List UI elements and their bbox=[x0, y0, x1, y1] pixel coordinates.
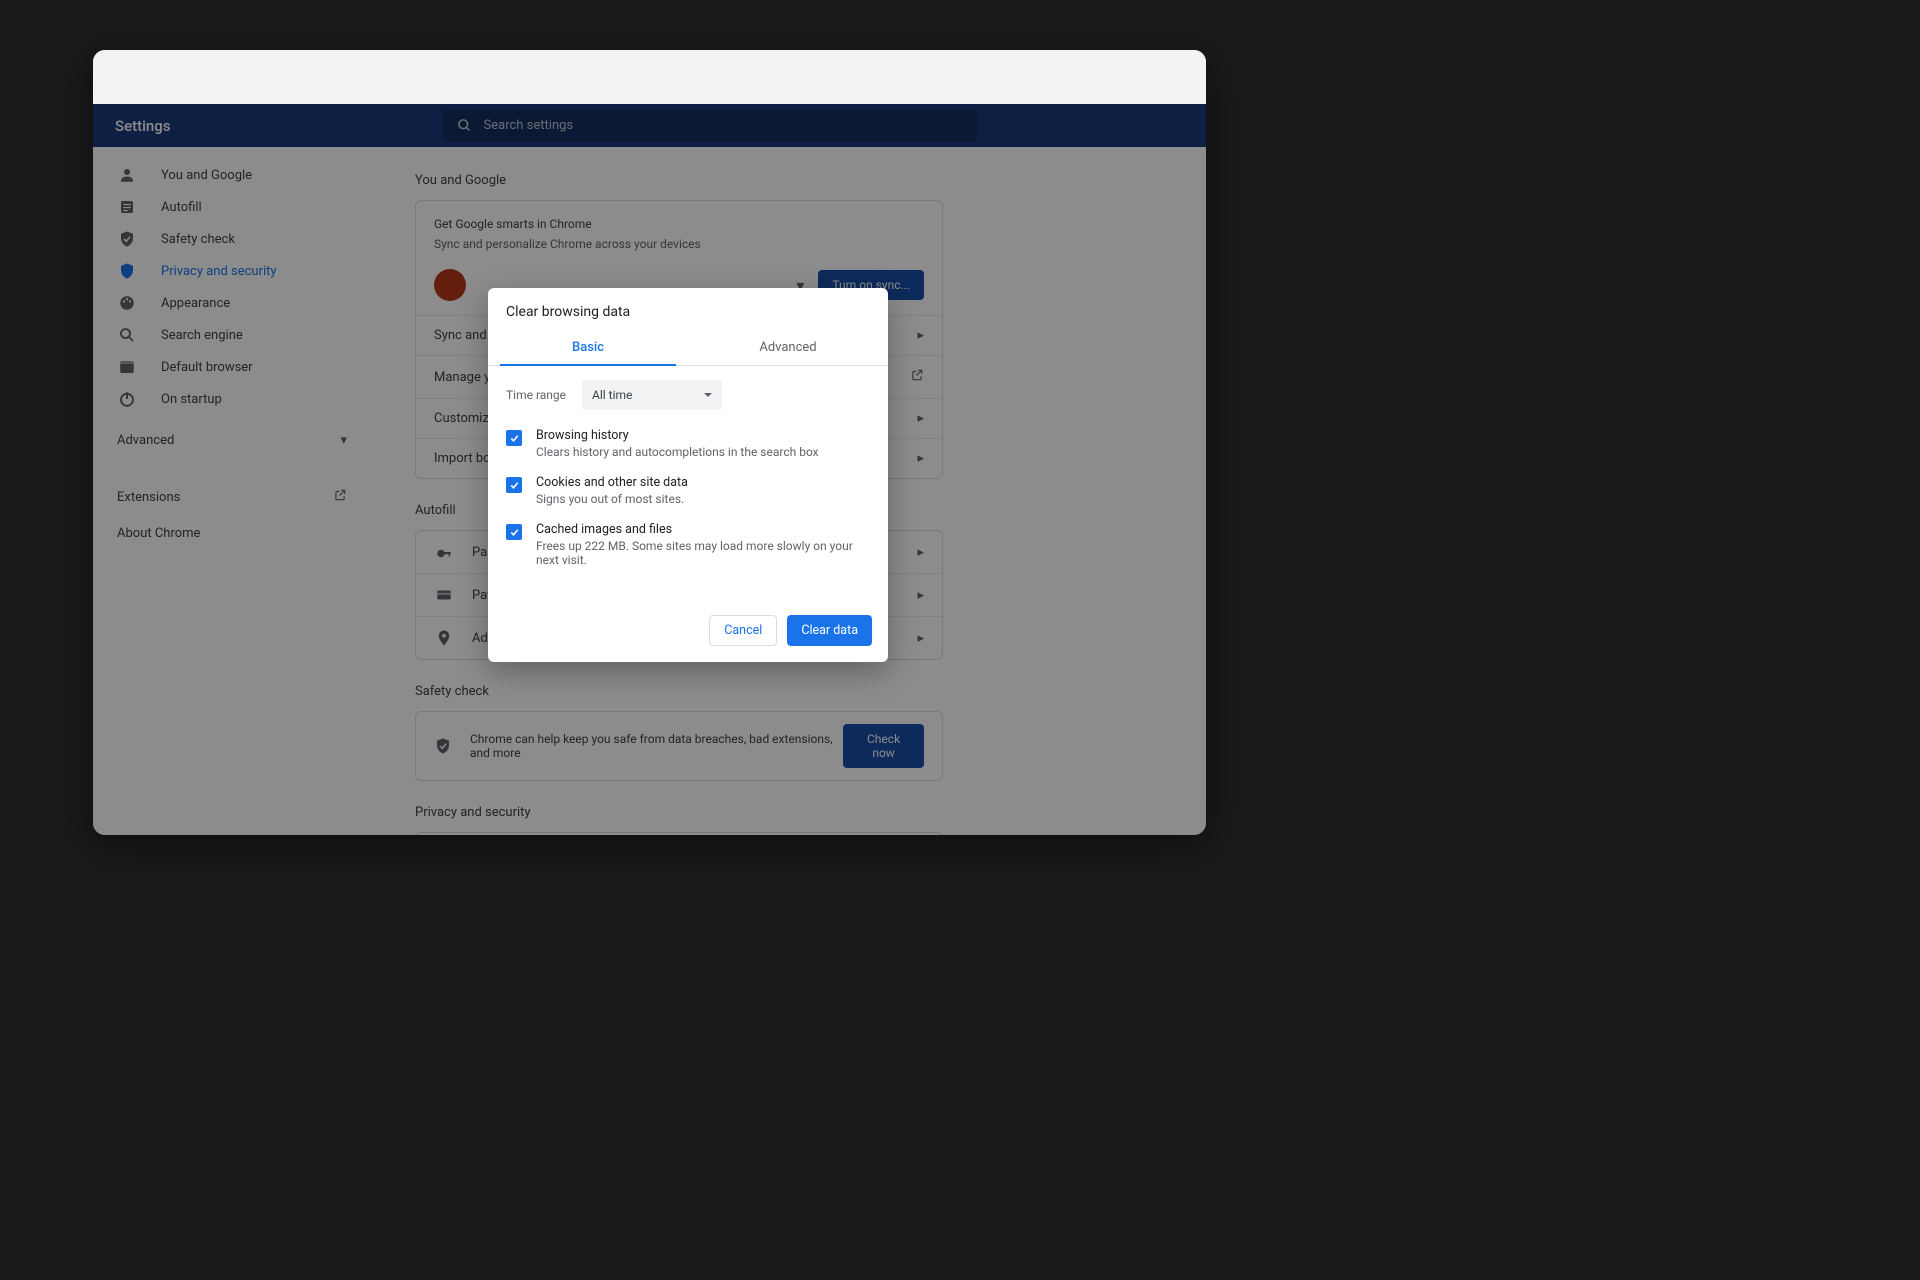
option-subtitle: Frees up 222 MB. Some sites may load mor… bbox=[536, 539, 870, 567]
checkbox-checked-icon[interactable] bbox=[506, 430, 522, 446]
dialog-title: Clear browsing data bbox=[488, 288, 888, 330]
option-browsing-history[interactable]: Browsing history Clears history and auto… bbox=[506, 420, 870, 467]
option-title: Cached images and files bbox=[536, 522, 870, 537]
cancel-button[interactable]: Cancel bbox=[709, 615, 777, 646]
checkbox-checked-icon[interactable] bbox=[506, 524, 522, 540]
option-cached[interactable]: Cached images and files Frees up 222 MB.… bbox=[506, 514, 870, 575]
clear-data-button[interactable]: Clear data bbox=[787, 615, 872, 646]
tab-basic[interactable]: Basic bbox=[488, 330, 688, 365]
dialog-tabs: Basic Advanced bbox=[488, 330, 888, 366]
time-range-value: All time bbox=[592, 388, 632, 402]
time-range-select[interactable]: All time bbox=[582, 380, 722, 410]
time-range-label: Time range bbox=[506, 388, 566, 402]
checkbox-checked-icon[interactable] bbox=[506, 477, 522, 493]
option-subtitle: Signs you out of most sites. bbox=[536, 492, 688, 506]
option-cookies[interactable]: Cookies and other site data Signs you ou… bbox=[506, 467, 870, 514]
browser-tabstrip bbox=[93, 50, 1206, 104]
tab-advanced[interactable]: Advanced bbox=[688, 330, 888, 365]
option-title: Cookies and other site data bbox=[536, 475, 688, 490]
option-title: Browsing history bbox=[536, 428, 819, 443]
clear-browsing-data-dialog: Clear browsing data Basic Advanced Time … bbox=[488, 288, 888, 662]
option-subtitle: Clears history and autocompletions in th… bbox=[536, 445, 819, 459]
